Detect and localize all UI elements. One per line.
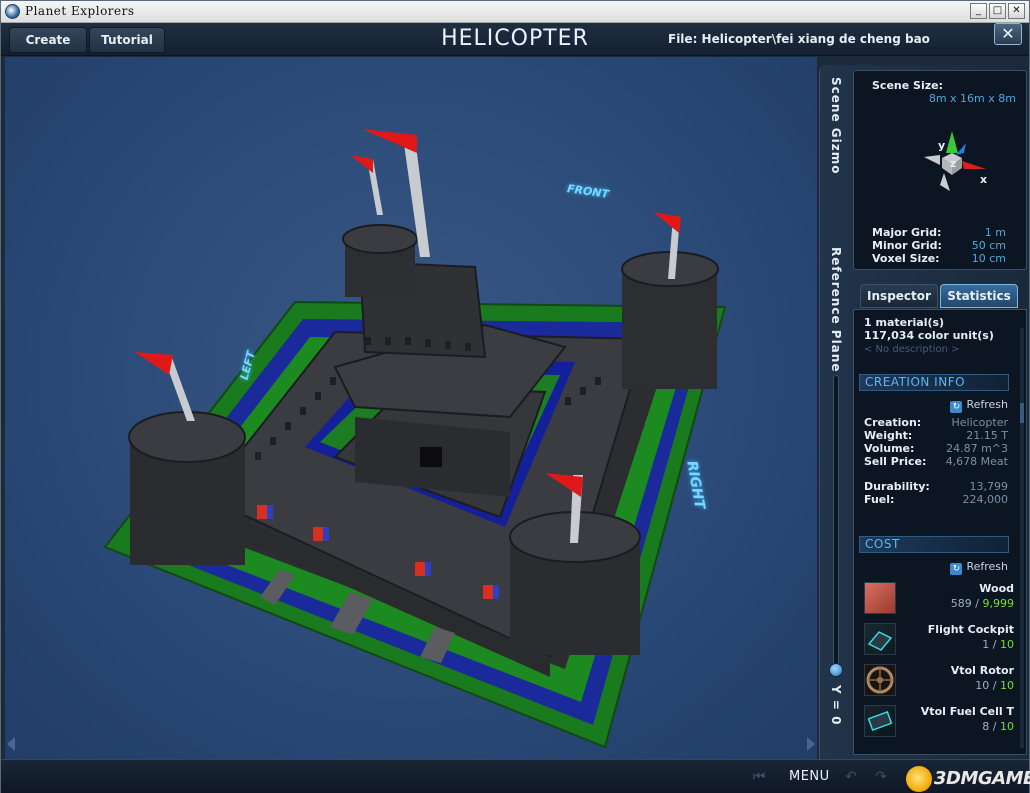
planet-icon [5, 4, 20, 19]
minor-grid-value: 50 cm [971, 239, 1006, 252]
cost-need: 10 [1000, 720, 1014, 733]
cost-have: 8 [982, 720, 990, 733]
cost-item-qty: 10 / 10 [975, 679, 1014, 692]
undo-icon[interactable]: ↶ [843, 769, 859, 785]
statistics-scrollbar[interactable] [1020, 328, 1024, 748]
cost-item-wood[interactable]: Wood 589 / 9,999 [864, 580, 1014, 616]
cost-item-flight-cockpit[interactable]: Flight Cockpit 1 / 10 [864, 621, 1014, 657]
major-grid-value: 1 m [984, 226, 1006, 239]
sell-price-key: Sell Price: [864, 455, 927, 468]
reference-plane-slider-handle[interactable] [829, 663, 843, 677]
os-window-title: Planet Explorers [25, 4, 135, 18]
creation-value: Helicopter [951, 416, 1008, 429]
voxel-size-value: 10 cm [971, 252, 1006, 265]
refresh-icon: ↻ [950, 563, 963, 575]
watermark-text: 3DMGAME [934, 768, 1030, 789]
file-path-label: File: Helicopter\fei xiang de cheng bao [668, 32, 930, 46]
gizmo-x-label: x [980, 173, 988, 186]
cost-need: 10 [1000, 679, 1014, 692]
close-window-button[interactable]: ✕ [1008, 3, 1025, 19]
fuel-key: Fuel: [864, 493, 895, 506]
os-window-controls: _ □ ✕ [970, 3, 1025, 19]
tower-front-left [128, 411, 246, 565]
tower-back-left [342, 224, 418, 297]
cost-item-qty: 1 / 10 [982, 638, 1014, 651]
watermark-logo: 3DMGAME [906, 764, 1030, 792]
refresh-icon: ↻ [950, 401, 963, 413]
tab-inspector[interactable]: Inspector [860, 284, 938, 308]
creation-refresh-label: Refresh [966, 398, 1008, 411]
3d-viewport[interactable]: FRONT RIGHT LEFT [5, 57, 817, 759]
menu-button[interactable]: MENU [789, 769, 830, 784]
side-panel: Scene Gizmo Reference Plane Y = 0 Scene … [819, 65, 1029, 759]
scene-size-label: Scene Size: [872, 79, 943, 92]
cost-item-name: Wood [979, 582, 1014, 595]
gizmo-y-label: y [938, 139, 946, 152]
description-placeholder[interactable]: < No description > [864, 344, 960, 355]
creation-info-header: CREATION INFO [859, 374, 1009, 391]
rotor-icon [864, 664, 896, 696]
viewport-left-arrow-icon[interactable] [7, 737, 15, 751]
cost-have: 589 [950, 597, 972, 610]
y-readout: Y = 0 [829, 685, 843, 726]
castle-scene [103, 129, 727, 749]
cost-refresh-button[interactable]: ↻ Refresh [950, 560, 1008, 575]
skip-back-icon[interactable]: ⏮ [751, 769, 767, 785]
cost-item-qty: 589 / 9,999 [950, 597, 1015, 610]
sun-logo-icon [906, 766, 932, 792]
durability-key: Durability: [864, 480, 930, 493]
sell-price-value: 4,678 Meat [945, 455, 1008, 468]
wood-block-icon [864, 582, 896, 614]
cost-have: 1 [982, 638, 990, 651]
cost-item-name: Vtol Fuel Cell T [920, 705, 1014, 718]
creation-key: Creation: [864, 416, 922, 429]
cost-item-vtol-fuel-cell[interactable]: Vtol Fuel Cell T 8 / 10 [864, 703, 1014, 739]
flag-keep-small [350, 155, 383, 215]
voxel-size-label: Voxel Size: [872, 252, 940, 265]
weight-value: 21.15 T [966, 429, 1008, 442]
scene-size-value: 8m x 16m x 8m [928, 92, 1016, 105]
bottom-bar: ⏮ MENU ↶ ↷ 3DMGAME [1, 759, 1030, 793]
minimize-button[interactable]: _ [970, 3, 987, 19]
statistics-panel: 1 material(s) 117,034 color unit(s) < No… [853, 309, 1027, 755]
fuel-value: 224,000 [962, 493, 1009, 506]
app-header: Create Tutorial HELICOPTER File: Helicop… [1, 23, 1029, 56]
volume-key: Volume: [864, 442, 915, 455]
tab-statistics[interactable]: Statistics [940, 284, 1018, 308]
weight-key: Weight: [864, 429, 913, 442]
minor-grid-label: Minor Grid: [872, 239, 942, 252]
volume-value: 24.87 m^3 [946, 442, 1008, 455]
reference-plane-label: Reference Plane [829, 247, 843, 373]
keep-door [420, 447, 442, 467]
close-editor-button[interactable]: ✕ [994, 23, 1022, 45]
flag-front-left [135, 352, 195, 421]
fuel-cell-icon [864, 705, 896, 737]
cost-header: COST [859, 536, 1009, 553]
cost-need: 9,999 [982, 597, 1015, 610]
axis-gizmo-icon[interactable] [904, 113, 994, 203]
redo-icon[interactable]: ↷ [873, 769, 889, 785]
scene-gizmo-box[interactable]: Scene Size: 8m x 16m x 8m y z x Major Gr… [853, 70, 1027, 270]
cost-item-name: Vtol Rotor [950, 664, 1014, 677]
os-title-bar: Planet Explorers _ □ ✕ [1, 1, 1029, 23]
color-units-count: 117,034 color unit(s) [864, 329, 994, 342]
cost-item-vtol-rotor[interactable]: Vtol Rotor 10 / 10 [864, 662, 1014, 698]
materials-count: 1 material(s) [864, 316, 945, 329]
cost-item-qty: 8 / 10 [982, 720, 1014, 733]
creation-refresh-button[interactable]: ↻ Refresh [950, 398, 1008, 413]
cockpit-icon [864, 623, 896, 655]
app-window: Planet Explorers _ □ ✕ Create Tutorial H… [0, 0, 1030, 793]
gizmo-z-label: z [950, 157, 957, 170]
scrollbar-thumb[interactable] [1020, 403, 1024, 423]
maximize-button[interactable]: □ [989, 3, 1006, 19]
cost-item-name: Flight Cockpit [927, 623, 1014, 636]
major-grid-label: Major Grid: [872, 226, 942, 239]
durability-value: 13,799 [969, 480, 1009, 493]
reference-plane-slider-track[interactable] [833, 375, 839, 675]
scene-gizmo-label: Scene Gizmo [829, 77, 843, 175]
cost-need: 10 [1000, 638, 1014, 651]
viewport-right-arrow-icon[interactable] [807, 737, 815, 751]
cost-have: 10 [975, 679, 990, 692]
cost-refresh-label: Refresh [966, 560, 1008, 573]
